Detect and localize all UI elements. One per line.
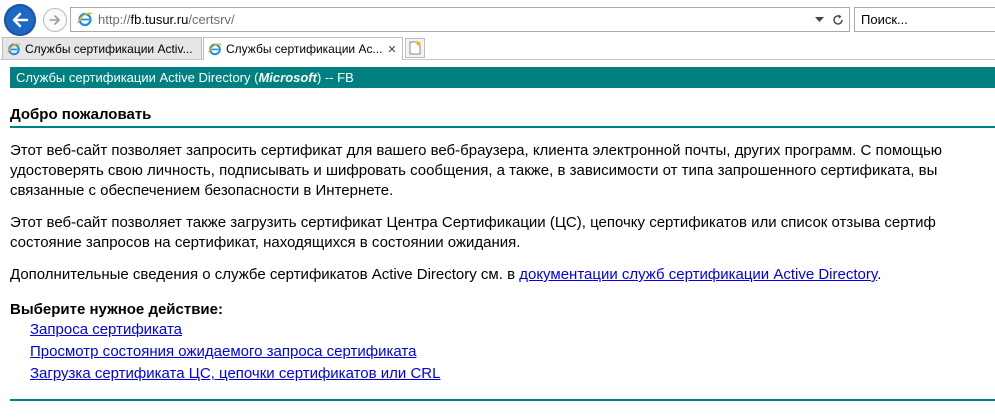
docs-text-end: . — [877, 266, 882, 283]
intro-line: удостоверять свою личность, подписывать … — [10, 162, 938, 179]
search-box[interactable]: Поиск... — [854, 7, 995, 32]
header-vendor: Microsoft — [258, 70, 317, 85]
address-url: http://fb.tusur.ru/certsrv/ — [98, 12, 235, 27]
intro-line: связанные с обеспечением безопасности в … — [10, 182, 394, 199]
forward-button[interactable] — [43, 8, 67, 32]
action-request-certificate-link[interactable]: Запроса сертификата — [30, 319, 440, 341]
new-tab-button[interactable] — [405, 38, 425, 58]
close-tab-icon[interactable]: ✕ — [384, 43, 400, 56]
download-line: состояние запросов на сертификат, находя… — [10, 234, 521, 251]
ie-logo-icon — [7, 42, 21, 56]
download-line: Этот веб-сайт позволяет также загрузить … — [10, 214, 936, 231]
docs-text: Дополнительные сведения о службе сертифи… — [10, 266, 520, 283]
tab-active[interactable]: Службы сертификации Ac... ✕ — [203, 37, 403, 60]
address-bar[interactable]: http://fb.tusur.ru/certsrv/ — [70, 7, 850, 32]
refresh-button[interactable] — [829, 10, 847, 29]
docs-paragraph: Дополнительные сведения о службе сертифи… — [10, 265, 881, 285]
new-tab-icon — [409, 41, 421, 55]
header-suffix: ) -- FB — [316, 70, 354, 85]
search-placeholder: Поиск... — [861, 12, 908, 27]
address-dropdown[interactable] — [810, 10, 828, 29]
ie-logo-icon — [208, 42, 222, 56]
choose-action-title: Выберите нужное действие: — [10, 301, 223, 318]
dropdown-arrow-icon — [814, 16, 824, 22]
url-host: fb.tusur.ru — [130, 12, 189, 27]
action-list: Запроса сертификата Просмотр состояния о… — [30, 319, 440, 385]
back-arrow-icon — [12, 12, 29, 28]
tab-strip: Службы сертификации Activ... Службы серт… — [0, 36, 995, 60]
ie-logo-icon — [77, 11, 93, 32]
page-header-bar: Службы сертификации Active Directory (Mi… — [10, 67, 995, 88]
tab-label: Службы сертификации Ac... — [226, 42, 383, 56]
divider-top — [10, 126, 995, 128]
welcome-title: Добро пожаловать — [10, 106, 152, 123]
intro-line: Этот веб-сайт позволяет запросить сертиф… — [10, 142, 943, 159]
action-download-ca-link[interactable]: Загрузка сертификата ЦС, цепочки сертифи… — [30, 363, 440, 385]
page-content: Службы сертификации Active Directory (Mi… — [0, 60, 995, 419]
url-path: /certsrv/ — [188, 12, 235, 27]
url-prefix: http:// — [98, 12, 131, 27]
divider-bottom — [10, 399, 995, 401]
intro-paragraph: Этот веб-сайт позволяет запросить сертиф… — [10, 141, 942, 201]
refresh-icon — [833, 14, 843, 25]
tab-label: Службы сертификации Activ... — [25, 41, 193, 56]
tab-inactive[interactable]: Службы сертификации Activ... — [2, 37, 202, 59]
download-paragraph: Этот веб-сайт позволяет также загрузить … — [10, 213, 936, 253]
forward-arrow-icon — [49, 15, 60, 25]
action-view-pending-link[interactable]: Просмотр состояния ожидаемого запроса се… — [30, 341, 440, 363]
back-button[interactable] — [4, 4, 36, 36]
docs-link[interactable]: документации служб сертификации Active D… — [519, 266, 877, 283]
browser-chrome: http://fb.tusur.ru/certsrv/ Поиск... Слу… — [0, 0, 995, 60]
header-prefix: Службы сертификации Active Directory ( — [16, 70, 259, 85]
